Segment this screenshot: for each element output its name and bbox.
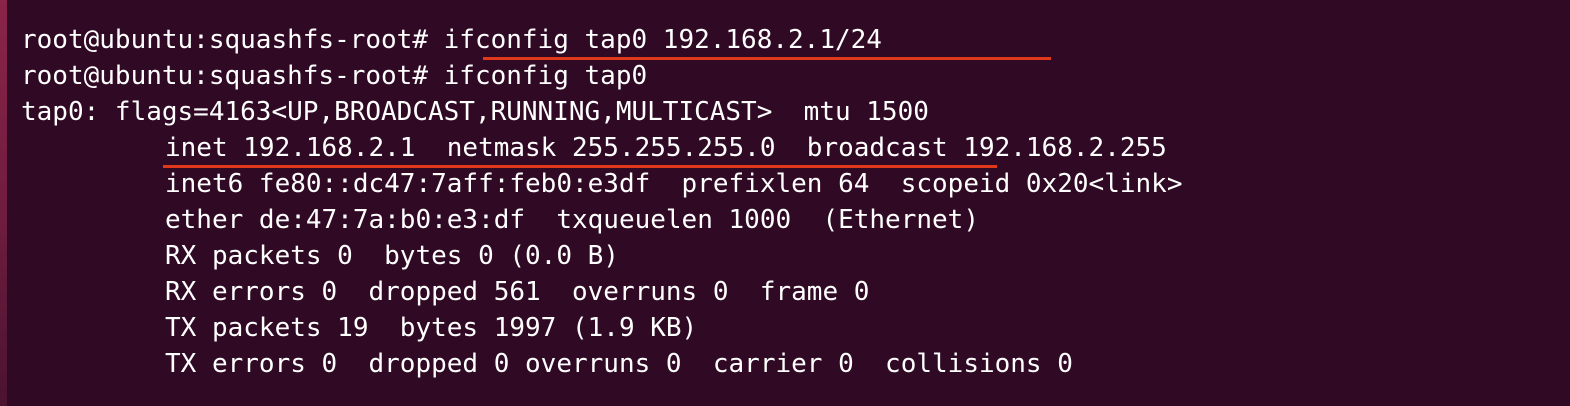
terminal-window[interactable]: root@ubuntu:squashfs-root# ifconfig tap0…: [8, 0, 1570, 406]
annotation-underline-command: [483, 57, 1051, 60]
desktop-edge: [0, 0, 7, 406]
terminal-line-command-set-ip: root@ubuntu:squashfs-root# ifconfig tap0…: [21, 25, 882, 55]
terminal-line-inet: inet 192.168.2.1 netmask 255.255.255.0 b…: [165, 133, 1167, 163]
terminal-line-tx-packets: TX packets 19 bytes 1997 (1.9 KB): [165, 313, 698, 343]
annotation-underline-inet: [163, 165, 997, 168]
terminal-line-inet6: inet6 fe80::dc47:7aff:feb0:e3df prefixle…: [165, 169, 1183, 199]
terminal-line-command-show: root@ubuntu:squashfs-root# ifconfig tap0: [21, 61, 648, 91]
terminal-line-flags: tap0: flags=4163<UP,BROADCAST,RUNNING,MU…: [21, 97, 929, 127]
terminal-line-rx-packets: RX packets 0 bytes 0 (0.0 B): [165, 241, 619, 271]
terminal-line-tx-errors: TX errors 0 dropped 0 overruns 0 carrier…: [165, 349, 1073, 379]
terminal-line-rx-errors: RX errors 0 dropped 561 overruns 0 frame…: [165, 277, 870, 307]
terminal-line-ether: ether de:47:7a:b0:e3:df txqueuelen 1000 …: [165, 205, 979, 235]
